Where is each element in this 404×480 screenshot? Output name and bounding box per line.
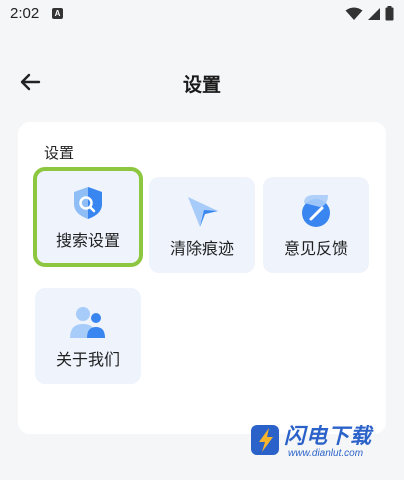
- notification-icon: A: [52, 8, 63, 19]
- section-title: 设置: [44, 144, 75, 162]
- about-us-icon: [70, 307, 105, 338]
- page-title: 设置: [182, 74, 221, 96]
- tile-label: 关于我们: [55, 350, 120, 369]
- wifi-icon: [345, 7, 363, 20]
- status-icons: [345, 6, 394, 21]
- tile-about-us[interactable]: 关于我们: [35, 288, 141, 384]
- signal-icon: [368, 7, 380, 20]
- settings-card: 设置 搜索设置 清除痕迹 意见反馈 关于我们: [18, 122, 386, 434]
- tile-label: 意见反馈: [283, 239, 348, 258]
- feedback-icon: [302, 195, 330, 227]
- clear-history-icon: [188, 197, 218, 227]
- status-bar: 2:02 A: [0, 0, 404, 30]
- watermark-brand: 闪电下载: [284, 424, 372, 448]
- tile-label: 搜索设置: [55, 231, 120, 250]
- tile-search-settings[interactable]: 搜索设置: [33, 167, 143, 267]
- battery-icon: [385, 6, 394, 21]
- lightning-logo-icon: [251, 425, 279, 455]
- tile-feedback[interactable]: 意见反馈: [263, 177, 369, 273]
- tile-clear-history[interactable]: 清除痕迹: [149, 177, 255, 273]
- watermark: 闪电下载 www.dianlut.com: [250, 418, 390, 466]
- status-time: 2:02: [10, 5, 40, 22]
- watermark-url: www.dianlut.com: [288, 448, 364, 459]
- tile-label: 清除痕迹: [169, 239, 234, 258]
- app-header: 设置: [0, 60, 404, 104]
- search-settings-icon: [74, 187, 102, 219]
